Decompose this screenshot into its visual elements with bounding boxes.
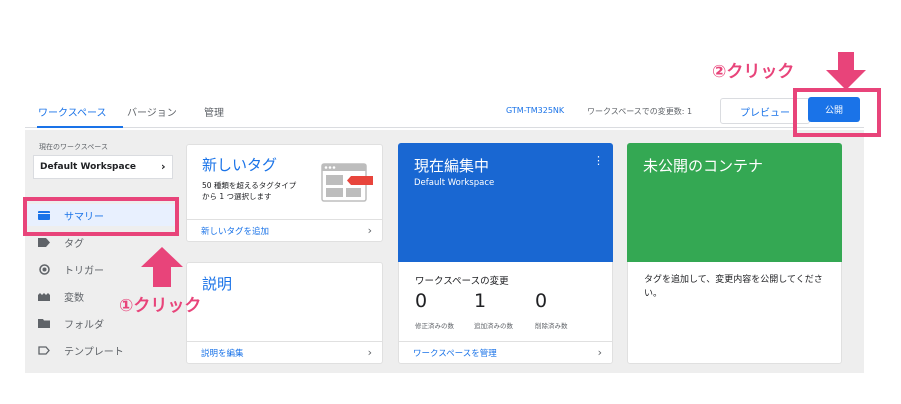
tag-illustration-icon [321,163,377,207]
sidebar-item-templates[interactable]: テンプレート [25,339,177,361]
new-tag-card[interactable]: 新しいタグ 50 種類を超えるタグタイプから 1 つ選択します 新しいタグを追加… [186,144,383,242]
modified-count: 0 [415,290,428,312]
added-label: 追加済みの数 [474,322,513,330]
currently-editing-header: 現在編集中 Default Workspace ⋮ [398,143,613,262]
manage-workspaces-link[interactable]: ワークスペースを管理 › [399,341,612,363]
workspace-changes-count: ワークスペースでの変更数: 1 [587,107,693,116]
folder-icon [38,318,50,328]
new-tag-description: 50 種類を超えるタグタイプから 1 つ選択します [202,181,297,201]
annotation-step2: ②クリック [712,62,795,82]
description-title: 説明 [202,275,233,293]
chevron-right-icon: › [597,346,602,359]
arrow-up-icon [141,247,183,291]
more-vert-icon[interactable]: ⋮ [593,154,604,167]
currently-editing-title: 現在編集中 [414,157,490,175]
manage-workspaces-label: ワークスペースを管理 [413,348,497,359]
deleted-count: 0 [535,290,548,312]
add-new-tag-link[interactable]: 新しいタグを追加 › [187,219,382,241]
chevron-right-icon: › [367,224,372,237]
annotation-box-publish [793,88,881,137]
modified-label: 修正済みの数 [415,322,454,330]
currently-editing-card: 現在編集中 Default Workspace ⋮ ワークスペースの変更 0 修… [398,143,613,364]
edit-description-link[interactable]: 説明を編集 › [187,341,382,363]
sidebar-item-label: 変数 [64,292,84,304]
tab-admin[interactable]: 管理 [204,104,224,119]
top-navigation: ワークスペース バージョン 管理 GTM-TM325NK ワークスペースでの変更… [25,96,864,128]
sidebar-item-label: フォルダ [64,319,104,331]
deleted-label: 削除済み数 [535,322,568,330]
workspace-changes-title: ワークスペースの変更 [415,276,509,287]
unpublished-description: タグを追加して、変更内容を公開してください。 [644,275,823,299]
currently-editing-workspace: Default Workspace [414,178,495,188]
add-new-tag-label: 新しいタグを追加 [201,226,270,237]
template-icon [38,345,50,355]
current-workspace-label: 現在のワークスペース [39,143,108,151]
chevron-right-icon: › [161,160,166,173]
description-card[interactable]: 説明 説明を編集 › [186,262,383,364]
unpublished-title: 未公開のコンテナ [643,157,764,175]
tab-workspace[interactable]: ワークスペース [38,104,107,119]
variables-icon [38,292,50,301]
unpublished-container-card: 未公開のコンテナ タグを追加して、変更内容を公開してください。 [627,143,842,364]
sidebar-item-label: テンプレート [64,346,124,358]
sidebar-item-label: タグ [64,238,84,250]
container-id: GTM-TM325NK [506,106,565,115]
chevron-right-icon: › [367,346,372,359]
workspace-selector[interactable]: Default Workspace › [33,155,173,179]
trigger-icon [38,263,50,275]
annotation-box-summary [23,197,179,236]
new-tag-title: 新しいタグ [202,156,278,174]
tag-icon [38,237,50,247]
unpublished-header: 未公開のコンテナ [627,143,842,262]
annotation-step1: ①クリック [119,296,202,316]
sidebar-item-label: トリガー [64,265,104,277]
tab-versions[interactable]: バージョン [127,104,177,119]
added-count: 1 [474,290,487,312]
active-tab-indicator [37,126,123,128]
workspace-name: Default Workspace [40,162,137,172]
edit-description-label: 説明を編集 [201,348,244,359]
